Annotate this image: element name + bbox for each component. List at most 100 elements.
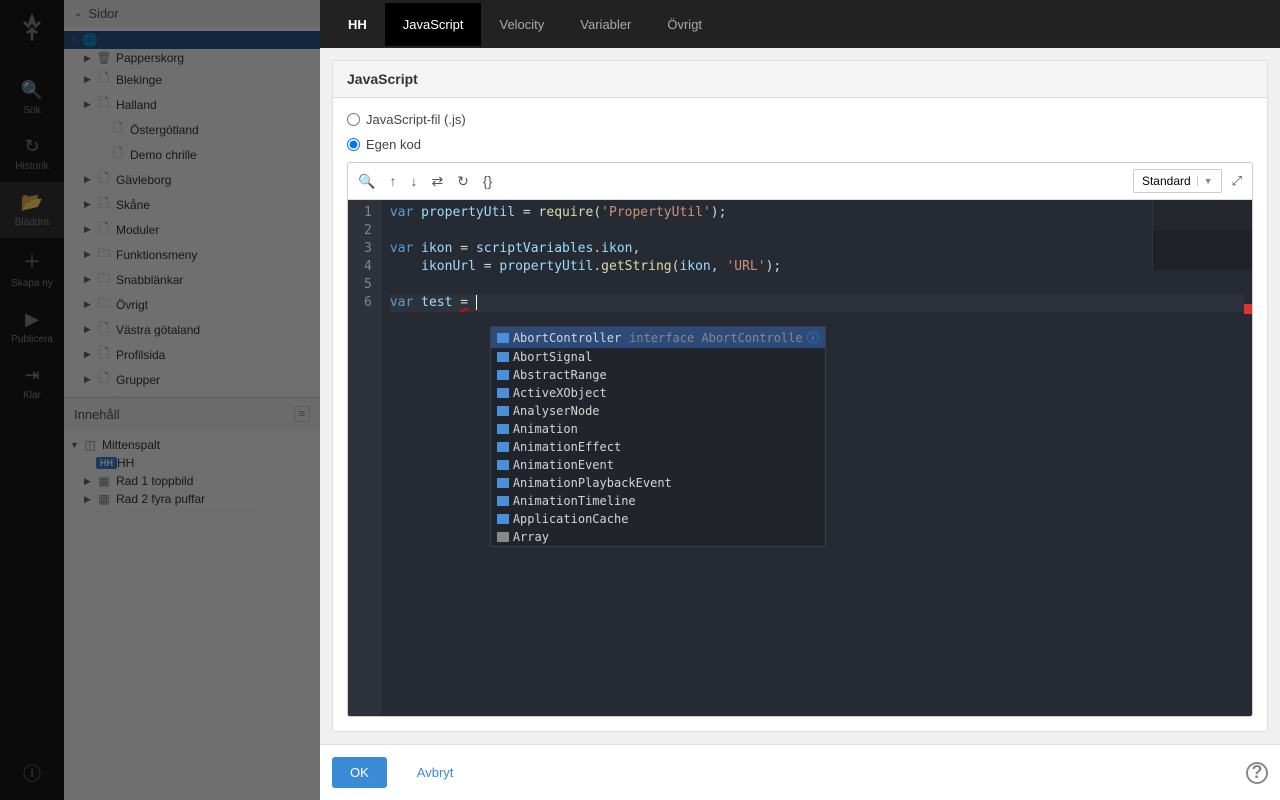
tree-item[interactable]: ▶🗋Skåne bbox=[64, 192, 320, 217]
tree-item[interactable]: ▶🗋Halland bbox=[64, 92, 320, 117]
rail-browse[interactable]: 📂Bläddra bbox=[0, 182, 64, 238]
autocomplete-item[interactable]: Array bbox=[491, 528, 825, 546]
completion-name: AnimationEvent bbox=[513, 458, 614, 472]
code-editor[interactable]: 123456 var propertyUtil = require('Prope… bbox=[348, 200, 1252, 716]
tree-item-label: Blekinge bbox=[116, 73, 162, 87]
code-area[interactable]: var propertyUtil = require('PropertyUtil… bbox=[382, 200, 1252, 716]
arrow-up-icon[interactable]: ↑ bbox=[389, 173, 396, 189]
arrow-down-icon[interactable]: ↓ bbox=[410, 173, 417, 189]
page-icon: 🗋 bbox=[96, 219, 112, 240]
history-icon: ↻ bbox=[24, 136, 39, 157]
fullscreen-icon[interactable]: ⤢ bbox=[1232, 173, 1242, 189]
tree-item[interactable]: ▶🗀Funktionsmeny bbox=[64, 242, 320, 267]
tree-item[interactable]: ▶🗑Papperskorg bbox=[64, 49, 320, 67]
autocomplete-item[interactable]: AbstractRange bbox=[491, 366, 825, 384]
autocomplete-item[interactable]: ActiveXObject bbox=[491, 384, 825, 402]
tree-item-label: Moduler bbox=[116, 223, 159, 237]
expander-icon[interactable]: ▶ bbox=[84, 249, 96, 260]
tab-ovrigt[interactable]: Övrigt bbox=[649, 3, 720, 46]
autocomplete-item[interactable]: Animation bbox=[491, 420, 825, 438]
content-tree: ▼◫ MittenspaltHH HH▶▦ Rad 1 toppbild▶▦ R… bbox=[64, 430, 320, 514]
rail-info[interactable]: ⓘ bbox=[0, 750, 64, 800]
expander-icon[interactable]: ▶ bbox=[84, 349, 96, 360]
rail-history[interactable]: ↻Historik bbox=[0, 126, 64, 182]
radio-own-code[interactable]: Egen kod bbox=[347, 137, 1253, 152]
kind-icon bbox=[497, 333, 509, 343]
app-logo-icon bbox=[12, 10, 52, 50]
kind-icon bbox=[497, 406, 509, 416]
expander-icon[interactable]: ▶ bbox=[84, 174, 96, 185]
swap-icon[interactable]: ⇄ bbox=[431, 173, 443, 190]
expander-icon[interactable]: ▶ bbox=[84, 99, 96, 110]
kind-icon bbox=[497, 460, 509, 470]
autocomplete-item[interactable]: AbortControllerinterface AbortController… bbox=[491, 327, 825, 348]
minimap[interactable] bbox=[1152, 200, 1252, 270]
autocomplete-item[interactable]: AnimationEffect bbox=[491, 438, 825, 456]
search-icon: 🔍 bbox=[21, 80, 43, 101]
tree-item[interactable]: ▶🗋Västra götaland bbox=[64, 317, 320, 342]
tree-item[interactable]: ▶🗀Övrigt bbox=[64, 292, 320, 317]
radio-input[interactable] bbox=[347, 138, 360, 151]
tree-item[interactable]: 🗋Östergötland bbox=[64, 117, 320, 142]
tab-javascript[interactable]: JavaScript bbox=[385, 3, 482, 46]
expander-icon[interactable]: ▶ bbox=[84, 224, 96, 235]
refresh-icon[interactable]: ↻ bbox=[457, 173, 469, 190]
expander-icon[interactable]: ▶ bbox=[84, 199, 96, 210]
expander-icon[interactable]: ▶ bbox=[84, 494, 96, 505]
tree-item[interactable]: ▶▦ Rad 1 toppbild bbox=[64, 472, 320, 490]
tree-item[interactable]: 🗋Demo chrille bbox=[64, 142, 320, 167]
tree-item[interactable]: ▶🗋 Moduler bbox=[64, 217, 320, 242]
help-icon[interactable]: ? bbox=[1246, 762, 1268, 784]
theme-select[interactable]: Standard ▼ bbox=[1133, 169, 1222, 193]
autocomplete-item[interactable]: ApplicationCache bbox=[491, 510, 825, 528]
info-icon[interactable]: ⓘ bbox=[807, 329, 819, 346]
content-section-header[interactable]: Innehåll ≡ bbox=[64, 398, 320, 430]
expander-icon[interactable]: ▶ bbox=[84, 374, 96, 385]
autocomplete-popup[interactable]: AbortControllerinterface AbortController… bbox=[490, 326, 826, 547]
ok-button[interactable]: OK bbox=[332, 757, 387, 788]
autocomplete-item[interactable]: AnimationPlaybackEvent bbox=[491, 474, 825, 492]
search-icon[interactable]: 🔍 bbox=[358, 173, 375, 190]
tree-item[interactable]: ▶🗋Grupper bbox=[64, 367, 320, 392]
tree-item[interactable]: ▶🗀Snabblänkar bbox=[64, 267, 320, 292]
expander-icon[interactable]: ▶ bbox=[84, 274, 96, 285]
kind-icon bbox=[497, 514, 509, 524]
radio-js-file[interactable]: JavaScript-fil (.js) bbox=[347, 112, 1253, 127]
globe-icon: 🌐 bbox=[82, 33, 98, 47]
tab-variabler[interactable]: Variabler bbox=[562, 3, 649, 46]
folder-icon: 🗀 bbox=[96, 269, 112, 290]
autocomplete-item[interactable]: AnimationEvent bbox=[491, 456, 825, 474]
content-menu-icon[interactable]: ≡ bbox=[294, 406, 310, 422]
autocomplete-item[interactable]: AnimationTimeline bbox=[491, 492, 825, 510]
radio-input[interactable] bbox=[347, 113, 360, 126]
expander-icon[interactable]: ▶ bbox=[84, 324, 96, 335]
rail-done[interactable]: ⇥Klar bbox=[0, 355, 64, 411]
expander-icon[interactable]: ▶ bbox=[84, 74, 96, 85]
expander-icon[interactable]: ▶ bbox=[84, 53, 96, 64]
chevron-down-icon: ▼ bbox=[1197, 176, 1213, 186]
kind-icon bbox=[497, 442, 509, 452]
rail-create[interactable]: ＋Skapa ny bbox=[0, 238, 64, 299]
tree-item[interactable]: ▼◫ Mittenspalt bbox=[64, 436, 320, 454]
expander-icon[interactable]: ▶ bbox=[84, 476, 96, 487]
page-icon: 🗋 bbox=[96, 369, 112, 390]
rail-search[interactable]: 🔍Sök bbox=[0, 70, 64, 126]
tab-velocity[interactable]: Velocity bbox=[481, 3, 562, 46]
tree-item[interactable]: HH HH bbox=[64, 454, 320, 472]
braces-icon[interactable]: {} bbox=[483, 173, 492, 189]
cancel-button[interactable]: Avbryt bbox=[399, 757, 472, 788]
pages-section-header[interactable]: ⌄ Sidor bbox=[64, 0, 320, 27]
expander-icon[interactable]: ▶ bbox=[84, 299, 96, 310]
autocomplete-item[interactable]: AnalyserNode bbox=[491, 402, 825, 420]
tab-hh[interactable]: HH bbox=[330, 3, 385, 46]
expander-icon[interactable]: ▼ bbox=[70, 440, 82, 450]
rail-publish[interactable]: ▶Publicera bbox=[0, 299, 64, 355]
tree-item[interactable]: ▶🗋 Blekinge bbox=[64, 67, 320, 92]
tree-item[interactable]: ▼🌐 bbox=[64, 31, 320, 49]
page-icon: 🗋 bbox=[96, 69, 112, 90]
expander-icon[interactable]: ▼ bbox=[70, 35, 82, 45]
autocomplete-item[interactable]: AbortSignal bbox=[491, 348, 825, 366]
tree-item[interactable]: ▶🗋Gävleborg bbox=[64, 167, 320, 192]
tree-item[interactable]: ▶▦ Rad 2 fyra puffar bbox=[64, 490, 320, 508]
tree-item[interactable]: ▶🗋Profilsida bbox=[64, 342, 320, 367]
